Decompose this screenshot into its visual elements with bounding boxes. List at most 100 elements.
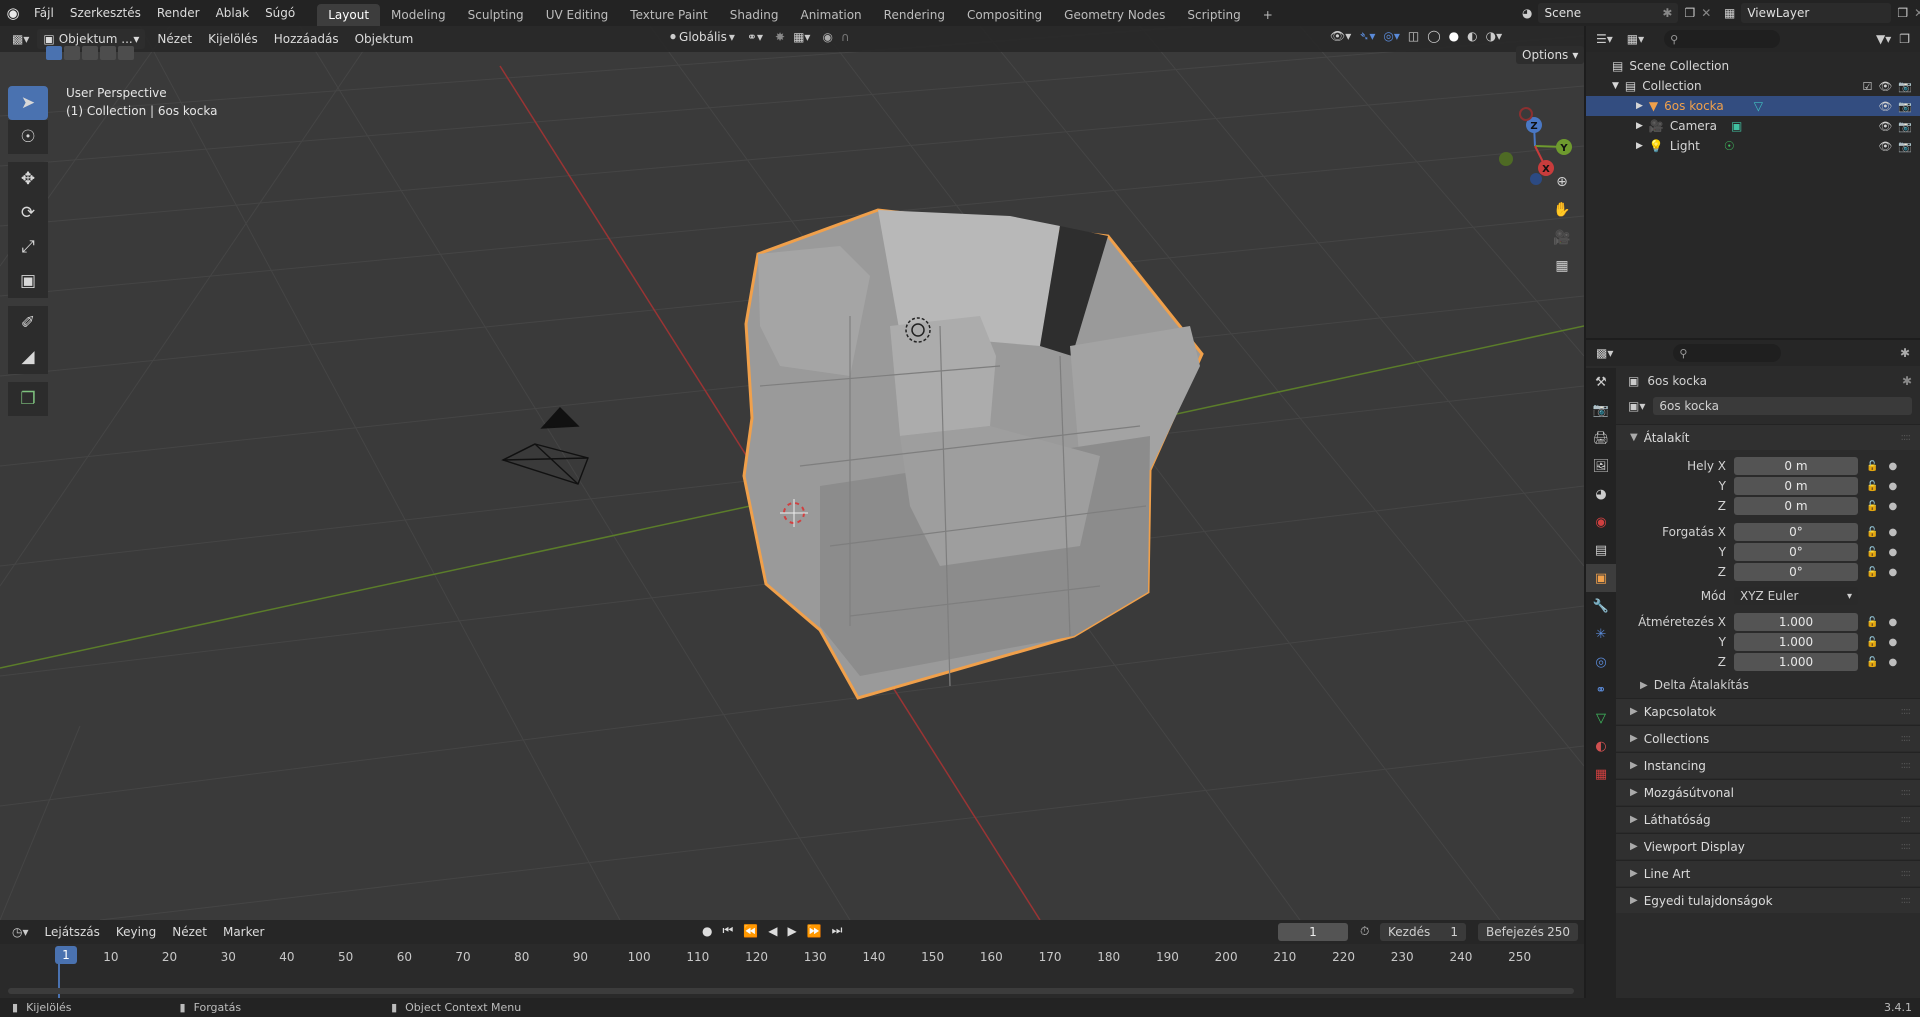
pan-hand-icon[interactable]: ✋	[1548, 196, 1576, 224]
jump-end-icon[interactable]: ⏭	[832, 923, 843, 938]
lock-icon[interactable]: 🔓	[1866, 547, 1878, 558]
material-shading-icon[interactable]: ◐	[1467, 29, 1477, 43]
overlay-icon[interactable]: ◎▾	[1383, 29, 1400, 43]
mesh-data-icon[interactable]: ▽	[1754, 99, 1763, 113]
editor-type-icon[interactable]: ▩▾	[12, 32, 29, 46]
menu-render[interactable]: Render	[149, 0, 208, 26]
add-cube-tool[interactable]: ❐	[8, 382, 48, 416]
rotation-x-field[interactable]: 0°	[1734, 523, 1858, 541]
grip-icon[interactable]: ::::	[1901, 814, 1912, 825]
panel-viewport-display[interactable]: ▶ Viewport Display ::::	[1616, 833, 1920, 859]
tab-texture-paint[interactable]: Texture Paint	[619, 4, 718, 26]
scale-y-field[interactable]: 1.000	[1734, 633, 1858, 651]
rotation-y-field[interactable]: 0°	[1734, 543, 1858, 561]
outliner-item-6os-kocka[interactable]: ▶ ▼ 6os kocka ▽ 👁 📷	[1586, 96, 1920, 116]
menu-view[interactable]: Nézet	[164, 925, 215, 939]
jump-keyframe-forward-icon[interactable]: ⏩	[807, 924, 822, 938]
lock-icon[interactable]: 🔓	[1866, 567, 1878, 578]
object-name-field[interactable]: 6os kocka	[1653, 397, 1912, 415]
select-extend-icon[interactable]	[64, 46, 80, 60]
panel-transform[interactable]: ▼ Átalakít ::::	[1616, 424, 1920, 450]
zoom-icon[interactable]: ⊕	[1548, 168, 1576, 196]
keyframe-dot-icon[interactable]: ●	[1888, 657, 1897, 668]
scale-tool[interactable]: ⤢	[8, 230, 48, 264]
tab-rendering[interactable]: Rendering	[873, 4, 956, 26]
grip-icon[interactable]: ::::	[1901, 895, 1912, 906]
transform-tool[interactable]: ▣	[8, 264, 48, 298]
cursor-tool[interactable]: ☉	[8, 120, 48, 154]
record-icon[interactable]: ●	[702, 924, 712, 938]
view-layer-selector[interactable]: ViewLayer	[1741, 3, 1892, 23]
checkbox-icon[interactable]: ☑	[1862, 80, 1872, 93]
scene-tab-icon[interactable]: ◕	[1586, 480, 1616, 508]
eye-icon[interactable]: 👁	[1878, 100, 1892, 113]
ortho-grid-icon[interactable]: ▦	[1548, 252, 1576, 280]
filter-icon[interactable]: ▼▾	[1876, 32, 1891, 46]
menu-keying[interactable]: Keying	[108, 925, 164, 939]
display-mode-icon[interactable]: ▦▾	[1627, 32, 1644, 46]
menu-select[interactable]: Kijelölés	[200, 32, 266, 46]
visibility-icon[interactable]: 👁▾	[1330, 29, 1351, 43]
location-y-field[interactable]: 0 m	[1734, 477, 1858, 495]
measure-tool[interactable]: ◢	[8, 340, 48, 374]
gizmo-toggle-icon[interactable]: ➴▾	[1359, 29, 1375, 43]
lock-icon[interactable]: 🔓	[1866, 501, 1878, 512]
location-x-field[interactable]: 0 m	[1734, 457, 1858, 475]
editor-type-icon[interactable]: ▩▾	[1596, 346, 1613, 360]
editor-type-icon[interactable]: ☰▾	[1596, 32, 1613, 46]
select-invert-icon[interactable]	[100, 46, 116, 60]
rotate-tool[interactable]: ⟳	[8, 196, 48, 230]
panel-custom-properties[interactable]: ▶ Egyedi tulajdonságok ::::	[1616, 887, 1920, 913]
current-frame-field[interactable]: 1	[1278, 923, 1348, 941]
camera-view-icon[interactable]: 🎥	[1548, 224, 1576, 252]
location-z-field[interactable]: 0 m	[1734, 497, 1858, 515]
lock-icon[interactable]: 🔓	[1866, 637, 1878, 648]
viewport-scene[interactable]: Z Y X	[0, 26, 1584, 920]
menu-playback[interactable]: Lejátszás	[37, 925, 108, 939]
expand-icon[interactable]: ▶	[1636, 121, 1643, 131]
keyframe-dot-icon[interactable]: ●	[1888, 567, 1897, 578]
tab-shading[interactable]: Shading	[719, 4, 790, 26]
scene-selector[interactable]: Scene ✱	[1538, 3, 1679, 23]
keyframe-dot-icon[interactable]: ●	[1888, 637, 1897, 648]
properties-search-input[interactable]: ⚲	[1673, 344, 1782, 362]
select-intersect-icon[interactable]	[118, 46, 134, 60]
move-tool[interactable]: ✥	[8, 162, 48, 196]
blender-logo-icon[interactable]: ◉	[0, 0, 26, 26]
outliner-item-camera[interactable]: ▶ 🎥 Camera ▣ 👁 📷	[1586, 116, 1920, 136]
eye-icon[interactable]: 👁	[1878, 120, 1892, 133]
grip-icon[interactable]: ::::	[1901, 733, 1912, 744]
new-view-layer-icon[interactable]: ❐	[1897, 6, 1908, 20]
tab-layout[interactable]: Layout	[317, 4, 381, 26]
grip-icon[interactable]: ::::	[1901, 706, 1912, 717]
lock-icon[interactable]: 🔓	[1866, 461, 1878, 472]
data-tab-icon[interactable]: ▽	[1586, 704, 1616, 732]
camera-render-icon[interactable]: 📷	[1898, 100, 1912, 113]
physics-tab-icon[interactable]: ◎	[1586, 648, 1616, 676]
grip-icon[interactable]: ::::	[1901, 868, 1912, 879]
outliner-collection[interactable]: ▼ ▤ Collection ☑ 👁 📷	[1586, 76, 1920, 96]
light-data-icon[interactable]: ☉	[1724, 139, 1735, 153]
panel-instancing[interactable]: ▶ Instancing ::::	[1616, 752, 1920, 778]
pin-icon[interactable]: ✱	[1662, 6, 1672, 20]
expand-icon[interactable]: ▶	[1636, 101, 1643, 111]
world-tab-icon[interactable]: ◉	[1586, 508, 1616, 536]
panel-collections[interactable]: ▶ Collections ::::	[1616, 725, 1920, 751]
orientation-dropdown[interactable]: Globális	[679, 30, 727, 44]
camera-render-icon[interactable]: 📷	[1898, 140, 1912, 153]
delete-scene-icon[interactable]: ✕	[1701, 6, 1711, 20]
menu-object[interactable]: Objektum	[347, 32, 422, 46]
camera-render-icon[interactable]: 📷	[1898, 120, 1912, 133]
timeline-scrollbar[interactable]	[8, 988, 1574, 994]
wireframe-shading-icon[interactable]: ◯	[1427, 29, 1440, 43]
new-scene-icon[interactable]: ❐	[1684, 6, 1695, 20]
panel-visibility[interactable]: ▶ Láthatóság ::::	[1616, 806, 1920, 832]
frame-ruler[interactable]: 1102030405060708090100110120130140150160…	[0, 950, 1584, 972]
outliner-scene-collection[interactable]: ▤ Scene Collection	[1586, 56, 1920, 76]
particles-tab-icon[interactable]: ✳	[1586, 620, 1616, 648]
start-frame-field[interactable]: Kezdés 1	[1380, 923, 1466, 941]
tab-modeling[interactable]: Modeling	[380, 4, 457, 26]
jump-keyframe-back-icon[interactable]: ⏪	[743, 924, 758, 938]
xray-icon[interactable]: ◫	[1408, 29, 1419, 43]
lock-icon[interactable]: 🔓	[1866, 617, 1878, 628]
